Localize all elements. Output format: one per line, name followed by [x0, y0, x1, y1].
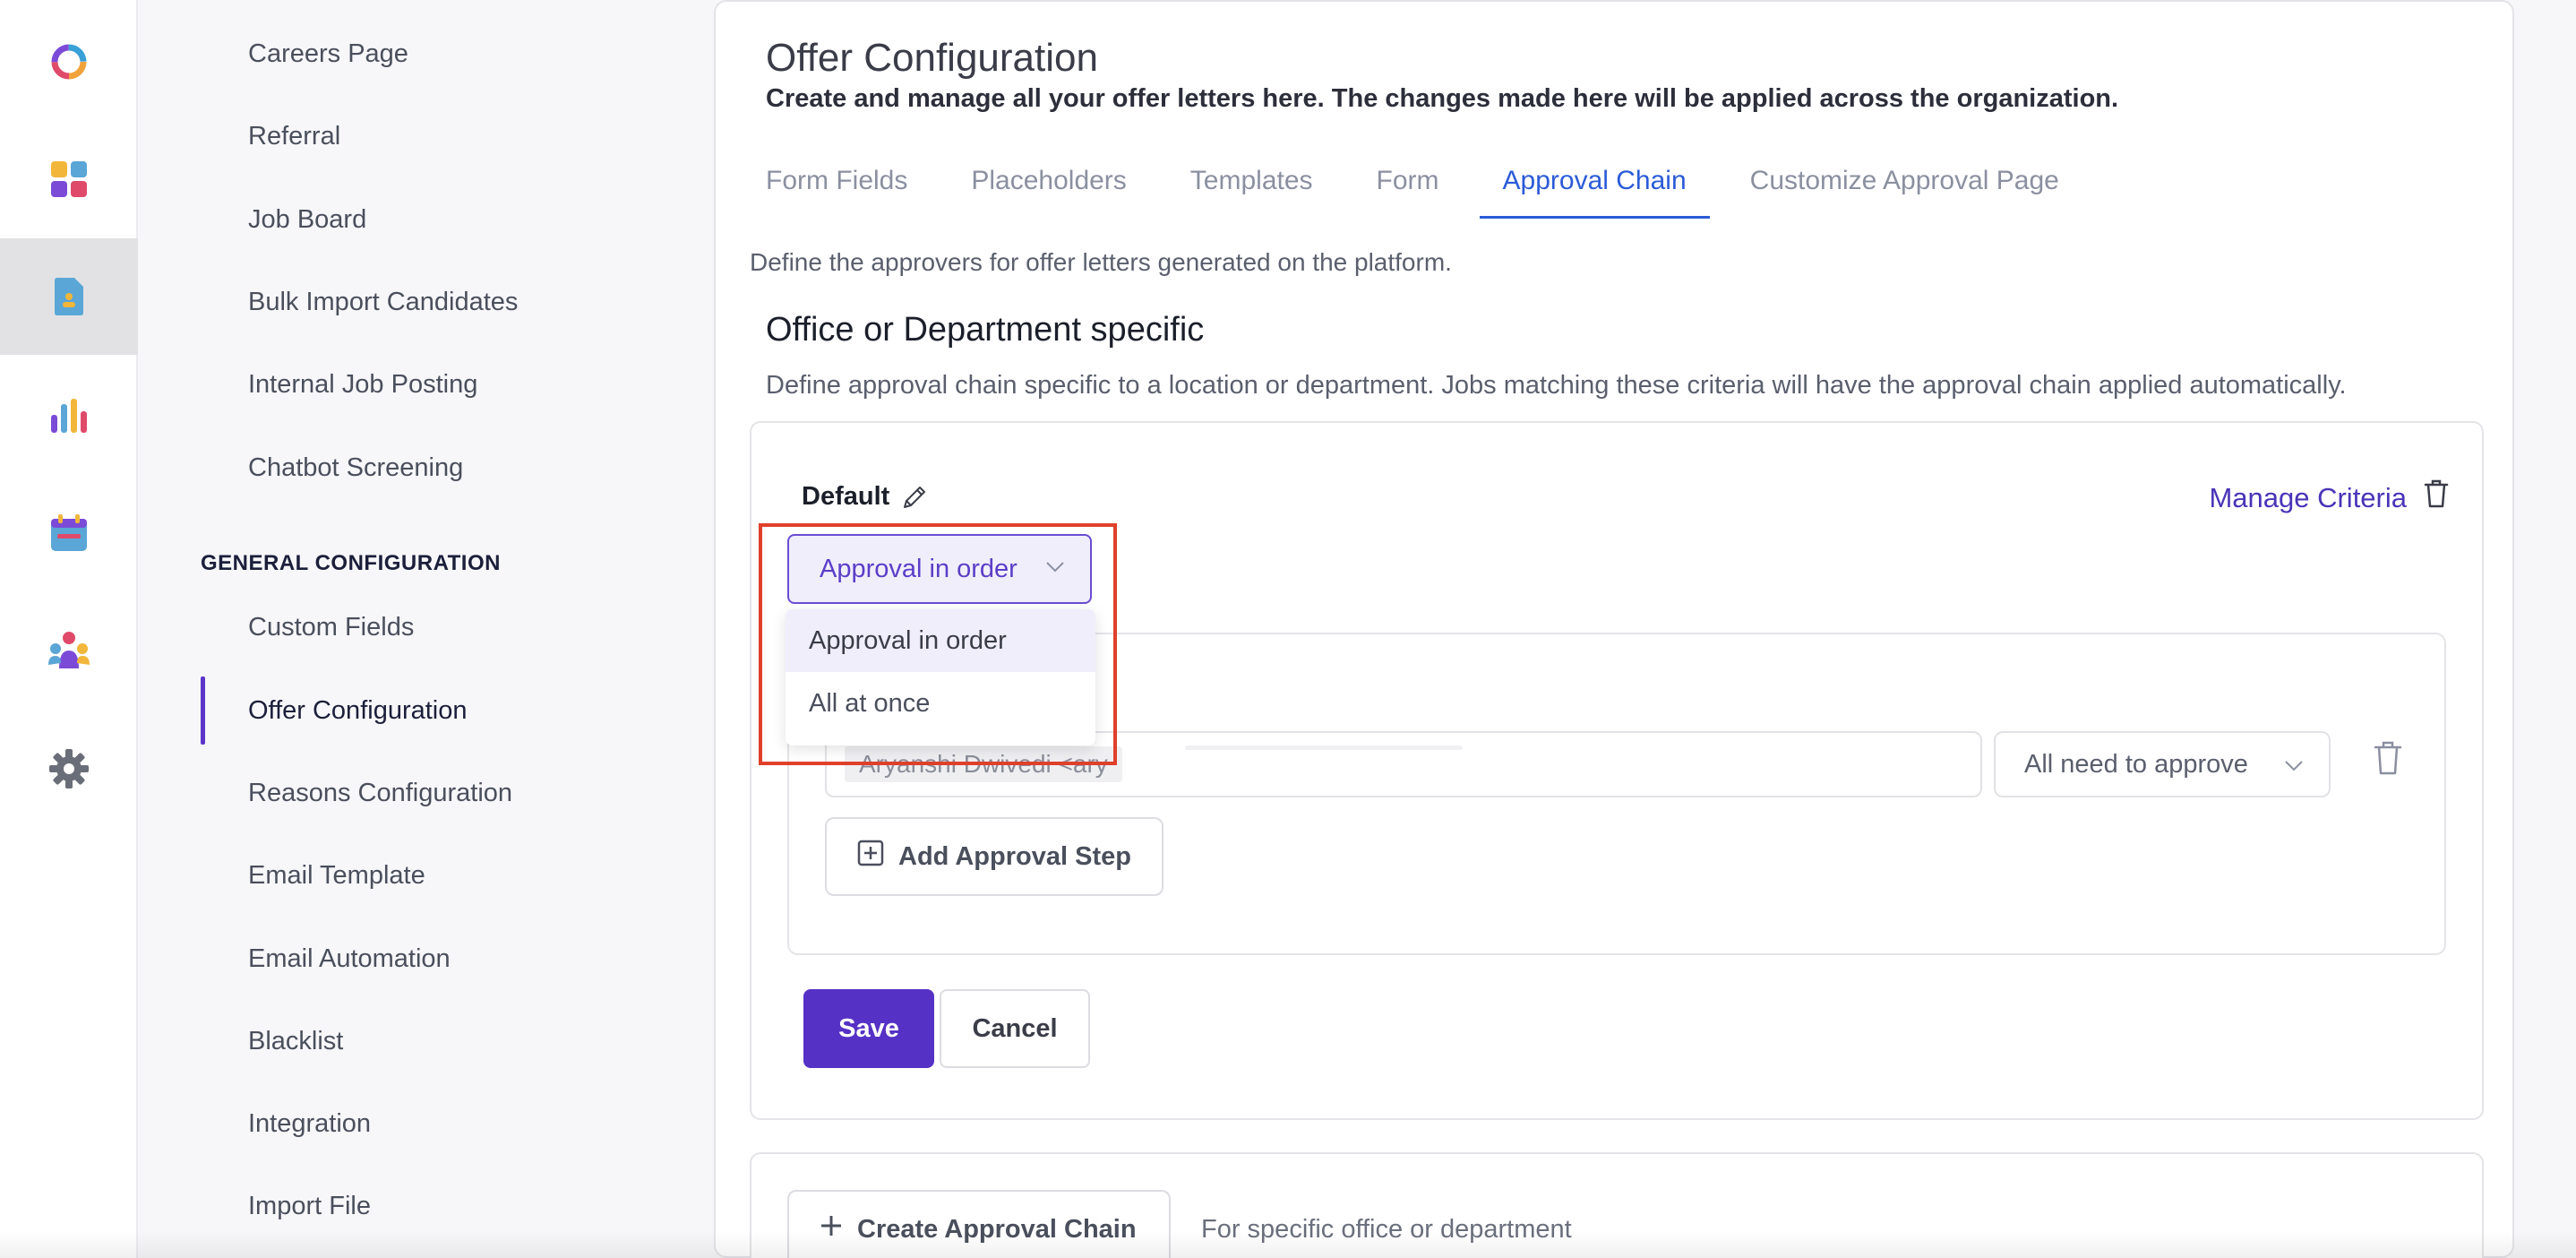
tab-customize-approval-page[interactable]: Customize Approval Page: [1750, 161, 2059, 219]
subnav-active-indicator: [201, 676, 205, 745]
trash-icon[interactable]: [2423, 478, 2450, 513]
calendar-icon[interactable]: [0, 475, 138, 591]
approval-type-select[interactable]: Approval in order: [787, 534, 1092, 604]
create-approval-chain-button[interactable]: Create Approval Chain: [787, 1190, 1171, 1258]
app-logo-icon[interactable]: [0, 4, 138, 120]
trash-icon[interactable]: [2373, 740, 2403, 780]
approver-chip: Aryanshi Dwivedi <ary: [845, 746, 1122, 782]
default-chain-name: Default: [802, 482, 929, 512]
approval-type-value: Approval in order: [820, 554, 1018, 583]
subnav-item-careers-page[interactable]: Careers Page: [248, 39, 408, 69]
subnav-item-email-automation[interactable]: Email Automation: [248, 944, 451, 974]
manage-criteria-link[interactable]: Manage Criteria: [2209, 482, 2407, 514]
chevron-down-icon: [1045, 561, 1065, 578]
section-description: Define approval chain specific to a loca…: [766, 371, 2347, 400]
approval-chain-description: Define the approvers for offer letters g…: [750, 248, 1452, 276]
dashboard-icon[interactable]: [0, 121, 138, 237]
subnav-item-chatbot-screening[interactable]: Chatbot Screening: [248, 453, 463, 483]
chevron-down-icon: [2284, 750, 2304, 780]
approval-type-menu: Approval in order All at once: [786, 609, 1095, 745]
add-approval-step-label: Add Approval Step: [898, 841, 1131, 871]
subnav-item-custom-fields[interactable]: Custom Fields: [248, 613, 414, 642]
subnav-item-referral[interactable]: Referral: [248, 122, 340, 151]
document-icon[interactable]: [0, 238, 138, 355]
menu-option-approval-in-order[interactable]: Approval in order: [786, 609, 1095, 672]
create-approval-chain-card: Create Approval Chain For specific offic…: [750, 1152, 2484, 1258]
team-icon[interactable]: [0, 592, 138, 709]
subnav-item-blacklist[interactable]: Blacklist: [248, 1027, 343, 1056]
analytics-icon[interactable]: [0, 358, 138, 475]
pencil-icon[interactable]: [900, 483, 929, 512]
tab-bar: Form Fields Placeholders Templates Form …: [766, 161, 2123, 219]
page-title: Offer Configuration: [766, 36, 1098, 80]
settings-icon[interactable]: [0, 711, 138, 827]
tab-approval-chain[interactable]: Approval Chain: [1479, 161, 1710, 219]
approval-mode-value: All need to approve: [2024, 749, 2248, 779]
plus-icon: [820, 1214, 843, 1245]
subnav-item-email-template[interactable]: Email Template: [248, 861, 425, 891]
subnav-item-import-file[interactable]: Import File: [248, 1192, 371, 1221]
subnav-item-integration[interactable]: Integration: [248, 1109, 371, 1139]
subnav-item-offer-configuration[interactable]: Offer Configuration: [248, 696, 468, 726]
plus-square-icon: [857, 840, 884, 874]
tab-placeholders[interactable]: Placeholders: [971, 161, 1126, 219]
settings-subnav: Careers Page Referral Job Board Bulk Imp…: [140, 0, 713, 1258]
add-approval-step-button[interactable]: Add Approval Step: [825, 817, 1163, 896]
tab-templates[interactable]: Templates: [1190, 161, 1313, 219]
save-button[interactable]: Save: [803, 989, 934, 1068]
default-approval-chain-card: Default Manage Criteria Approval in orde…: [750, 421, 2484, 1120]
create-approval-chain-hint: For specific office or department: [1201, 1215, 1572, 1244]
cancel-button[interactable]: Cancel: [940, 989, 1090, 1068]
subnav-section-label: GENERAL CONFIGURATION: [201, 551, 501, 575]
page-subtitle: Create and manage all your offer letters…: [766, 84, 2119, 113]
subnav-item-job-board[interactable]: Job Board: [248, 205, 366, 235]
subnav-item-reasons-configuration[interactable]: Reasons Configuration: [248, 779, 512, 808]
section-title: Office or Department specific: [766, 311, 1205, 349]
icon-rail: [0, 0, 138, 1258]
approval-mode-select[interactable]: All need to approve: [1994, 731, 2331, 797]
create-approval-chain-label: Create Approval Chain: [857, 1214, 1137, 1244]
chip-overflow-fade: [1185, 745, 1463, 750]
tab-form-fields[interactable]: Form Fields: [766, 161, 907, 219]
menu-option-all-at-once[interactable]: All at once: [786, 672, 1095, 735]
subnav-item-bulk-import[interactable]: Bulk Import Candidates: [248, 288, 518, 317]
tab-form[interactable]: Form: [1377, 161, 1439, 219]
subnav-item-internal-job-posting[interactable]: Internal Job Posting: [248, 370, 477, 400]
default-chain-label: Default: [802, 482, 890, 511]
